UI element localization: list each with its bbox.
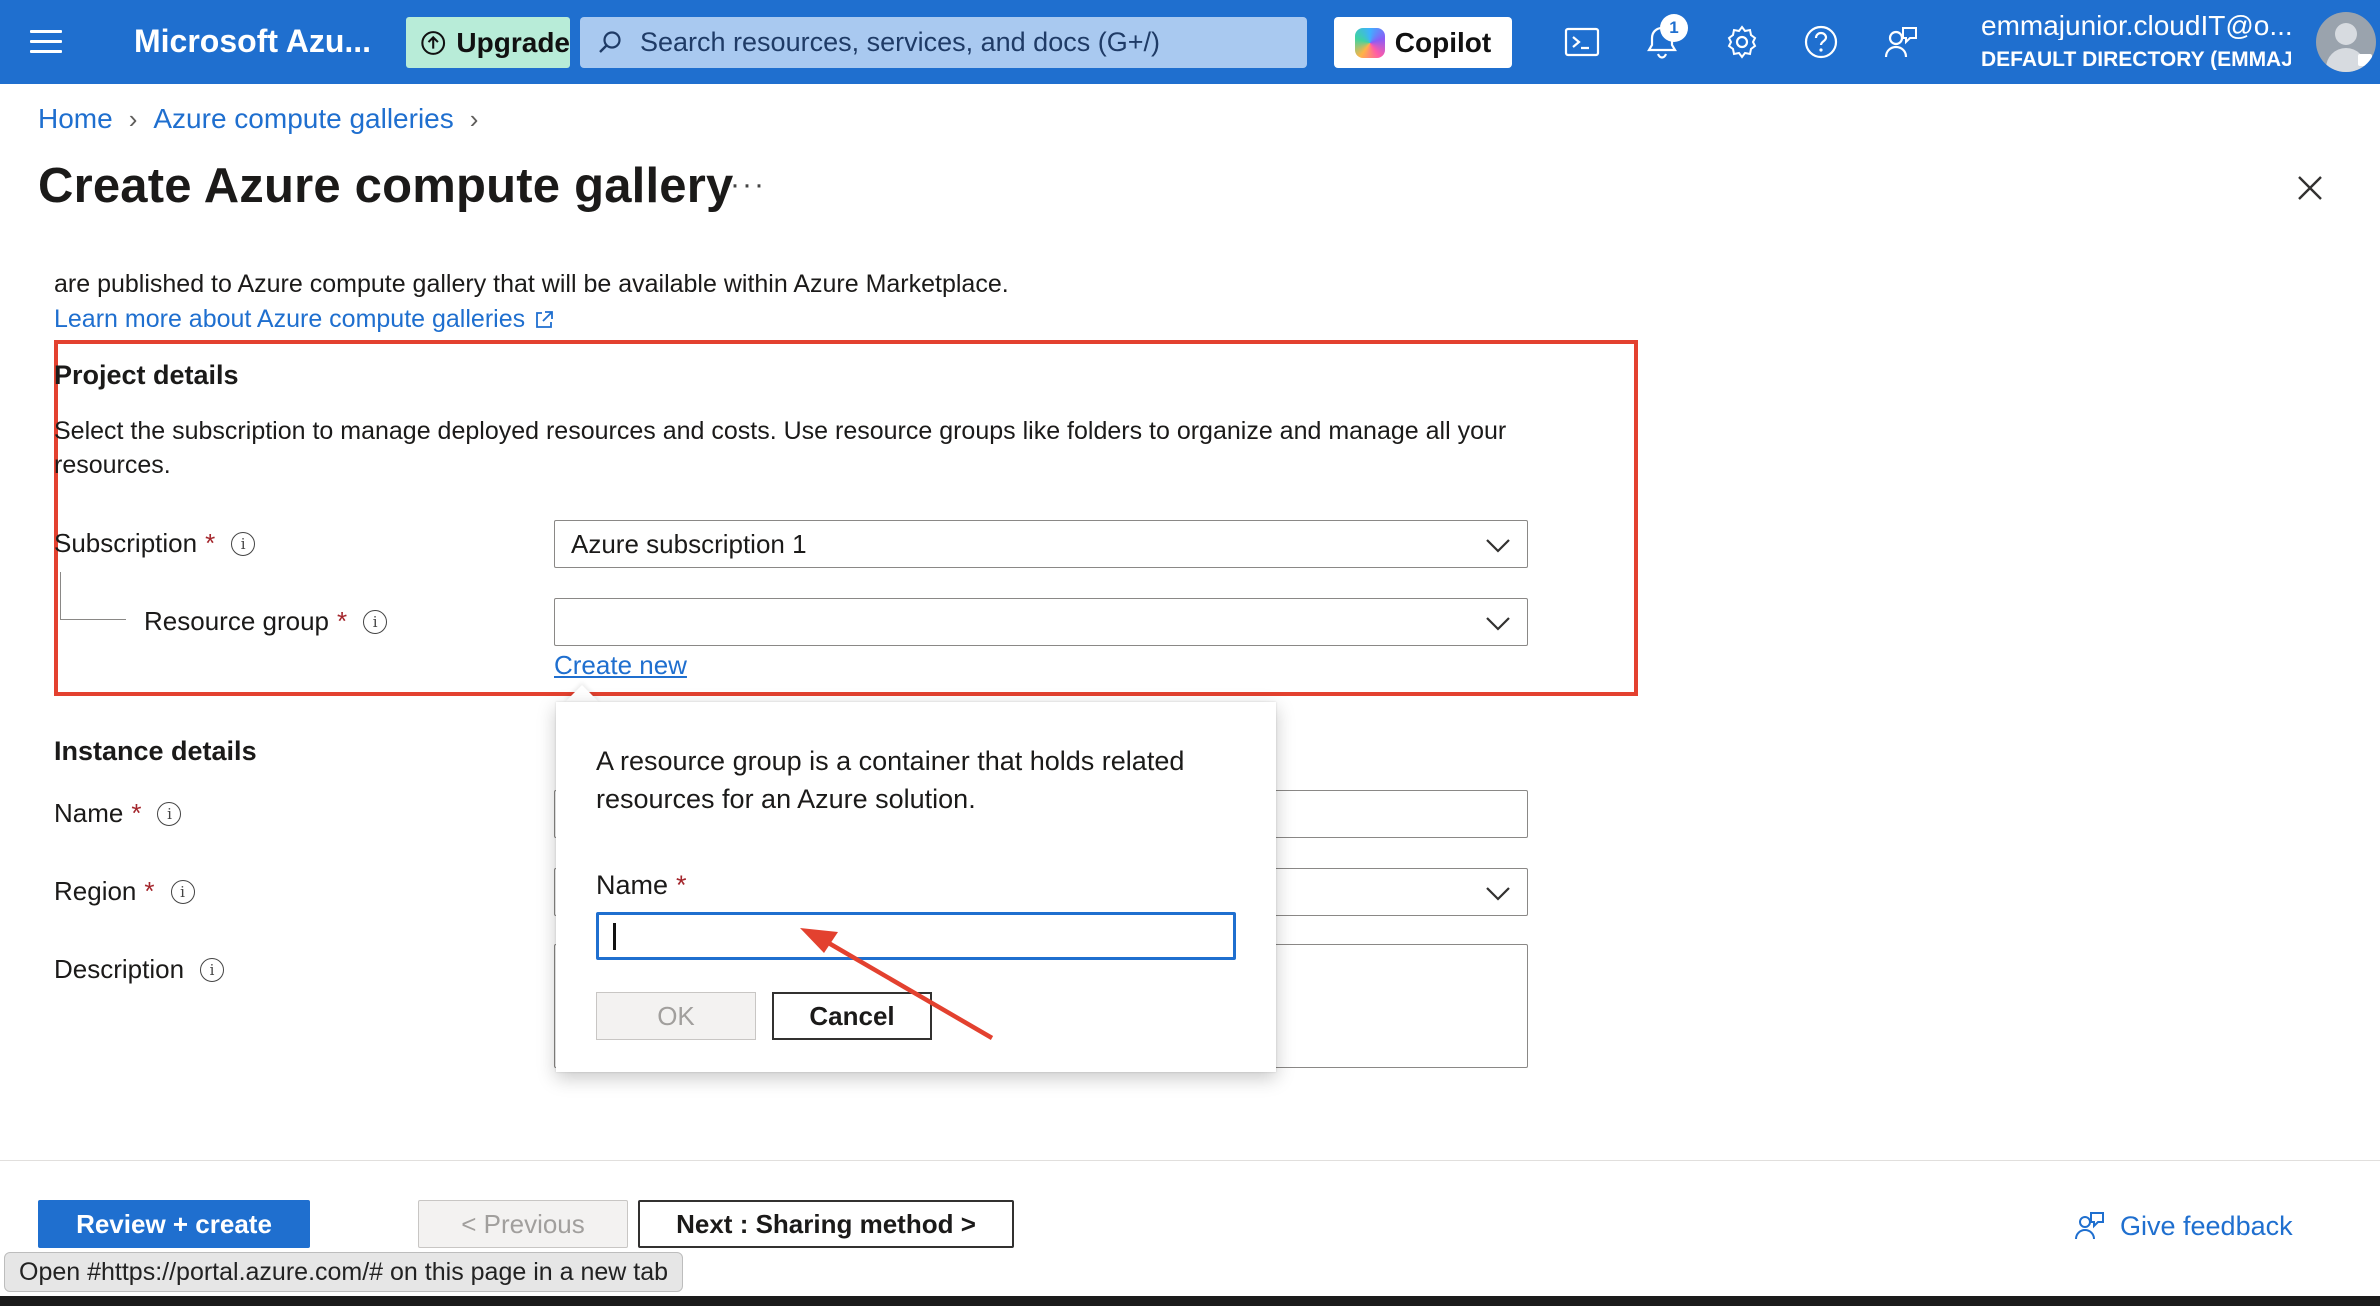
- project-details-heading: Project details: [54, 360, 239, 390]
- subscription-value: Azure subscription 1: [571, 528, 807, 559]
- chevron-down-icon: [1486, 617, 1510, 631]
- subscription-label: Subscription * i: [54, 528, 256, 559]
- region-label-text: Region: [54, 876, 137, 906]
- copilot-button[interactable]: Copilot: [1334, 17, 1512, 68]
- description-label: Description i: [54, 954, 225, 985]
- breadcrumb-home[interactable]: Home: [38, 103, 113, 135]
- chevron-down-icon: [1486, 539, 1510, 553]
- learn-more-label: Learn more about Azure compute galleries: [54, 305, 526, 333]
- lock-icon: [2358, 54, 2372, 66]
- info-icon[interactable]: i: [231, 531, 256, 556]
- info-icon[interactable]: i: [200, 957, 225, 982]
- account-directory: DEFAULT DIRECTORY (EMMAJU...: [1981, 49, 2291, 70]
- give-feedback-label: Give feedback: [2120, 1210, 2293, 1241]
- name-label: Name * i: [54, 798, 182, 829]
- resource-group-name-input[interactable]: [596, 912, 1236, 960]
- tree-connector: [60, 572, 126, 620]
- resource-group-dropdown[interactable]: [554, 598, 1528, 646]
- intro-text: are published to Azure compute gallery t…: [54, 270, 1009, 298]
- external-link-icon: [536, 310, 554, 328]
- ok-button[interactable]: OK: [596, 992, 756, 1040]
- popup-name-label: Name *: [596, 870, 687, 901]
- name-label-text: Name: [54, 798, 124, 828]
- footer-divider: [0, 1160, 2380, 1161]
- search-icon: [599, 30, 621, 53]
- info-icon[interactable]: i: [157, 801, 182, 826]
- info-icon[interactable]: i: [170, 879, 195, 904]
- upgrade-button[interactable]: Upgrade: [406, 17, 570, 68]
- project-details-description: Select the subscription to manage deploy…: [54, 417, 1507, 479]
- required-asterisk: *: [337, 606, 348, 636]
- window-bottom-edge: [0, 1296, 2380, 1306]
- help-icon[interactable]: [1801, 22, 1841, 62]
- subscription-label-text: Subscription: [54, 528, 198, 558]
- next-sharing-method-button[interactable]: Next : Sharing method >: [638, 1200, 1014, 1248]
- cancel-button[interactable]: Cancel: [772, 992, 932, 1040]
- chevron-right-icon: ›: [128, 103, 138, 134]
- copilot-label: Copilot: [1394, 26, 1492, 58]
- subscription-dropdown[interactable]: Azure subscription 1: [554, 520, 1528, 568]
- menu-icon[interactable]: [30, 30, 62, 54]
- instance-details-heading: Instance details: [54, 736, 257, 766]
- popup-description: A resource group is a container that hol…: [596, 746, 1185, 814]
- close-icon[interactable]: [2290, 168, 2330, 208]
- resource-group-label-text: Resource group: [144, 606, 329, 636]
- cloud-shell-icon[interactable]: [1562, 22, 1602, 62]
- feedback-icon: [2075, 1212, 2104, 1240]
- create-resource-group-popup: A resource group is a container that hol…: [556, 702, 1276, 1072]
- popup-name-label-text: Name: [596, 870, 669, 900]
- notification-count-badge: 1: [1660, 14, 1688, 42]
- review-create-button[interactable]: Review + create: [38, 1200, 310, 1248]
- page-title: Create Azure compute gallery: [38, 159, 734, 213]
- chevron-down-icon: [1486, 887, 1510, 901]
- required-asterisk: *: [131, 798, 142, 828]
- account-menu[interactable]: emmajunior.cloudIT@o... DEFAULT DIRECTOR…: [1981, 12, 2291, 70]
- upgrade-label: Upgrade: [456, 26, 570, 58]
- text-cursor: [613, 923, 616, 950]
- settings-gear-icon[interactable]: [1722, 22, 1762, 62]
- required-asterisk: *: [205, 528, 216, 558]
- breadcrumb-compute-galleries[interactable]: Azure compute galleries: [153, 103, 453, 135]
- breadcrumb: Home › Azure compute galleries ›: [38, 103, 494, 135]
- resource-group-label: Resource group * i: [144, 606, 388, 637]
- copilot-icon: [1354, 27, 1385, 58]
- feedback-person-icon[interactable]: [1881, 22, 1921, 62]
- required-asterisk: *: [676, 870, 687, 900]
- learn-more-link[interactable]: Learn more about Azure compute galleries: [54, 305, 555, 334]
- search-placeholder: Search resources, services, and docs (G+…: [640, 27, 1160, 57]
- previous-button[interactable]: < Previous: [418, 1200, 628, 1248]
- create-new-resource-group-link[interactable]: Create new: [554, 650, 687, 681]
- top-bar: Microsoft Azu... Upgrade Search resource…: [0, 0, 2380, 84]
- notifications-icon[interactable]: 1: [1642, 14, 1688, 62]
- description-label-text: Description: [54, 954, 185, 984]
- region-label: Region * i: [54, 876, 195, 907]
- info-icon[interactable]: i: [363, 609, 388, 634]
- give-feedback-link[interactable]: Give feedback: [2074, 1210, 2293, 1242]
- account-name: emmajunior.cloudIT@o...: [1981, 12, 2291, 40]
- chevron-right-icon: ›: [469, 103, 479, 134]
- global-search-input[interactable]: Search resources, services, and docs (G+…: [580, 17, 1307, 68]
- status-bar-tooltip: Open #https://portal.azure.com/# on this…: [4, 1252, 684, 1292]
- required-asterisk: *: [144, 876, 155, 906]
- avatar[interactable]: [2316, 12, 2376, 72]
- upgrade-arrow-icon: [421, 30, 446, 55]
- portal-brand[interactable]: Microsoft Azu...: [134, 23, 371, 60]
- more-options-icon[interactable]: ···: [730, 168, 766, 202]
